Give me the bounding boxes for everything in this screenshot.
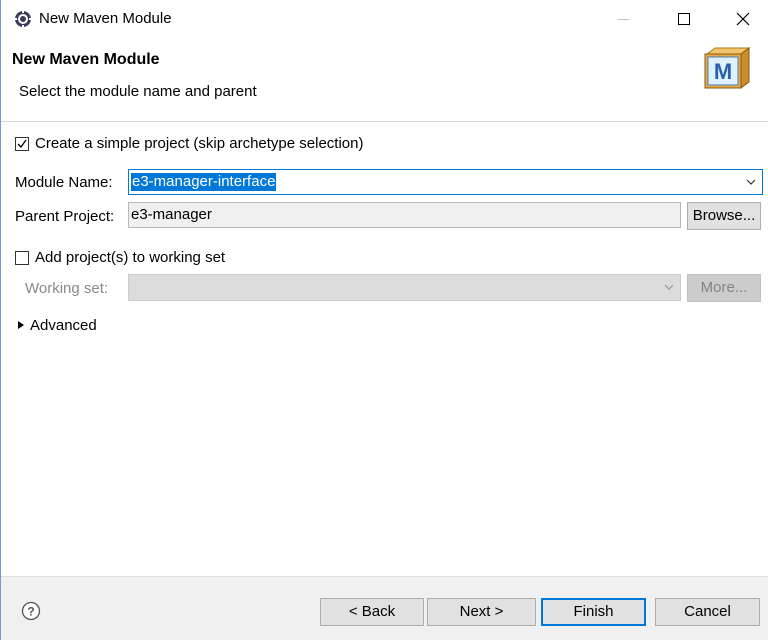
maximize-icon	[678, 13, 690, 25]
next-button[interactable]: Next >	[427, 598, 536, 626]
chevron-down-icon[interactable]	[746, 178, 756, 186]
expand-arrow-icon[interactable]	[18, 321, 24, 329]
dialog-footer: ? < Back Next > Finish Cancel	[1, 576, 768, 640]
browse-button[interactable]: Browse...	[687, 202, 761, 230]
eclipse-gear-icon	[14, 10, 32, 28]
cancel-button[interactable]: Cancel	[655, 598, 760, 626]
back-button[interactable]: < Back	[320, 598, 424, 626]
close-icon	[736, 12, 750, 26]
module-name-value: e3-manager-interface	[131, 173, 277, 191]
simple-project-label[interactable]: Create a simple project (skip archetype …	[35, 135, 363, 153]
new-maven-module-dialog: New Maven Module New Maven Module Select…	[0, 0, 768, 640]
close-button[interactable]	[720, 0, 766, 38]
working-set-combo	[128, 274, 681, 301]
working-set-label: Working set:	[25, 280, 109, 297]
simple-project-checkbox[interactable]	[15, 137, 29, 151]
svg-text:?: ?	[27, 605, 34, 619]
page-title: New Maven Module	[12, 51, 160, 68]
checkmark-icon	[17, 139, 27, 149]
minimize-icon	[618, 19, 629, 20]
help-question-icon[interactable]: ?	[21, 601, 41, 621]
maven-logo-letter: M	[714, 59, 732, 84]
window-title: New Maven Module	[39, 10, 172, 27]
maven-m-icon: M	[704, 47, 751, 89]
parent-project-label: Parent Project:	[15, 208, 115, 225]
more-button: More...	[687, 274, 761, 302]
parent-project-field: e3-manager	[128, 202, 681, 228]
finish-button[interactable]: Finish	[541, 598, 646, 626]
form-area: Create a simple project (skip archetype …	[1, 122, 768, 575]
chevron-down-icon	[664, 284, 674, 290]
advanced-section-label[interactable]: Advanced	[30, 317, 97, 335]
title-bar: New Maven Module	[1, 0, 768, 38]
working-set-checkbox[interactable]	[15, 251, 29, 265]
working-set-toggle-label[interactable]: Add project(s) to working set	[35, 249, 225, 267]
parent-project-value: e3-manager	[131, 206, 212, 223]
maximize-button[interactable]	[661, 0, 707, 38]
module-name-combo[interactable]: e3-manager-interface	[128, 169, 763, 195]
page-description: Select the module name and parent	[19, 83, 257, 100]
minimize-button[interactable]	[601, 0, 647, 38]
header-banner: New Maven Module Select the module name …	[1, 38, 768, 122]
module-name-label: Module Name:	[15, 174, 113, 191]
